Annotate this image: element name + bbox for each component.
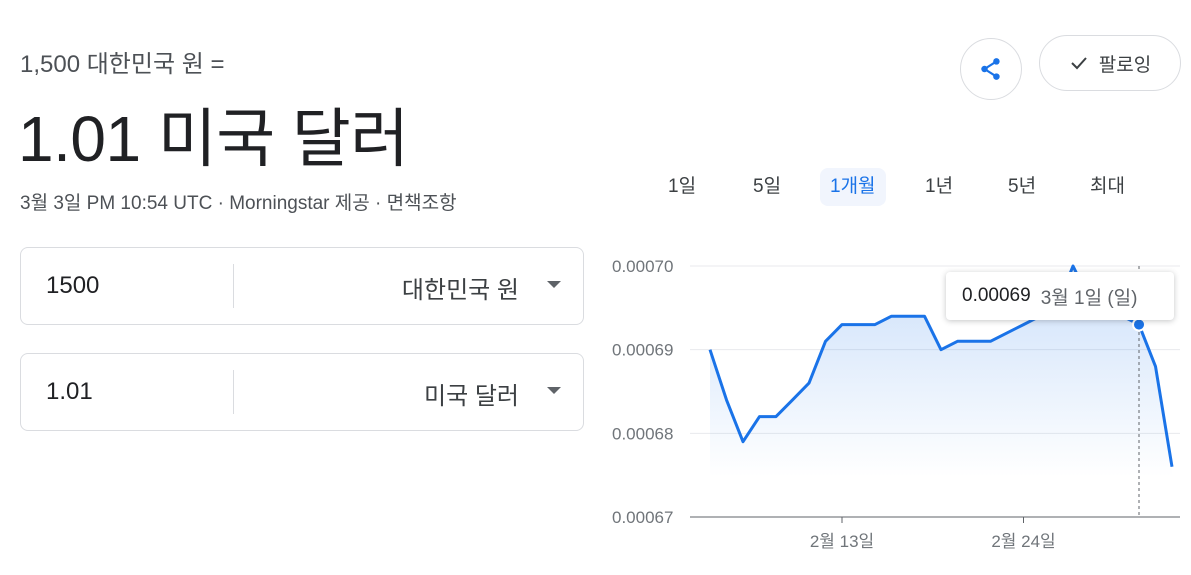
y-tick-label: 0.00070 [612, 257, 673, 276]
chart-tooltip: 0.00069 3월 1일 (일) [946, 272, 1174, 320]
tooltip-value: 0.00069 [962, 285, 1031, 306]
y-tick-label: 0.00069 [612, 341, 673, 360]
hover-point [1132, 317, 1146, 332]
y-tick-label: 0.00068 [612, 424, 673, 443]
tooltip-date: 3월 1일 (일) [1040, 287, 1138, 309]
y-tick-label: 0.00067 [612, 508, 673, 527]
x-tick-label: 2월 13일 [810, 532, 874, 551]
x-tick-label: 2월 24일 [991, 532, 1055, 551]
